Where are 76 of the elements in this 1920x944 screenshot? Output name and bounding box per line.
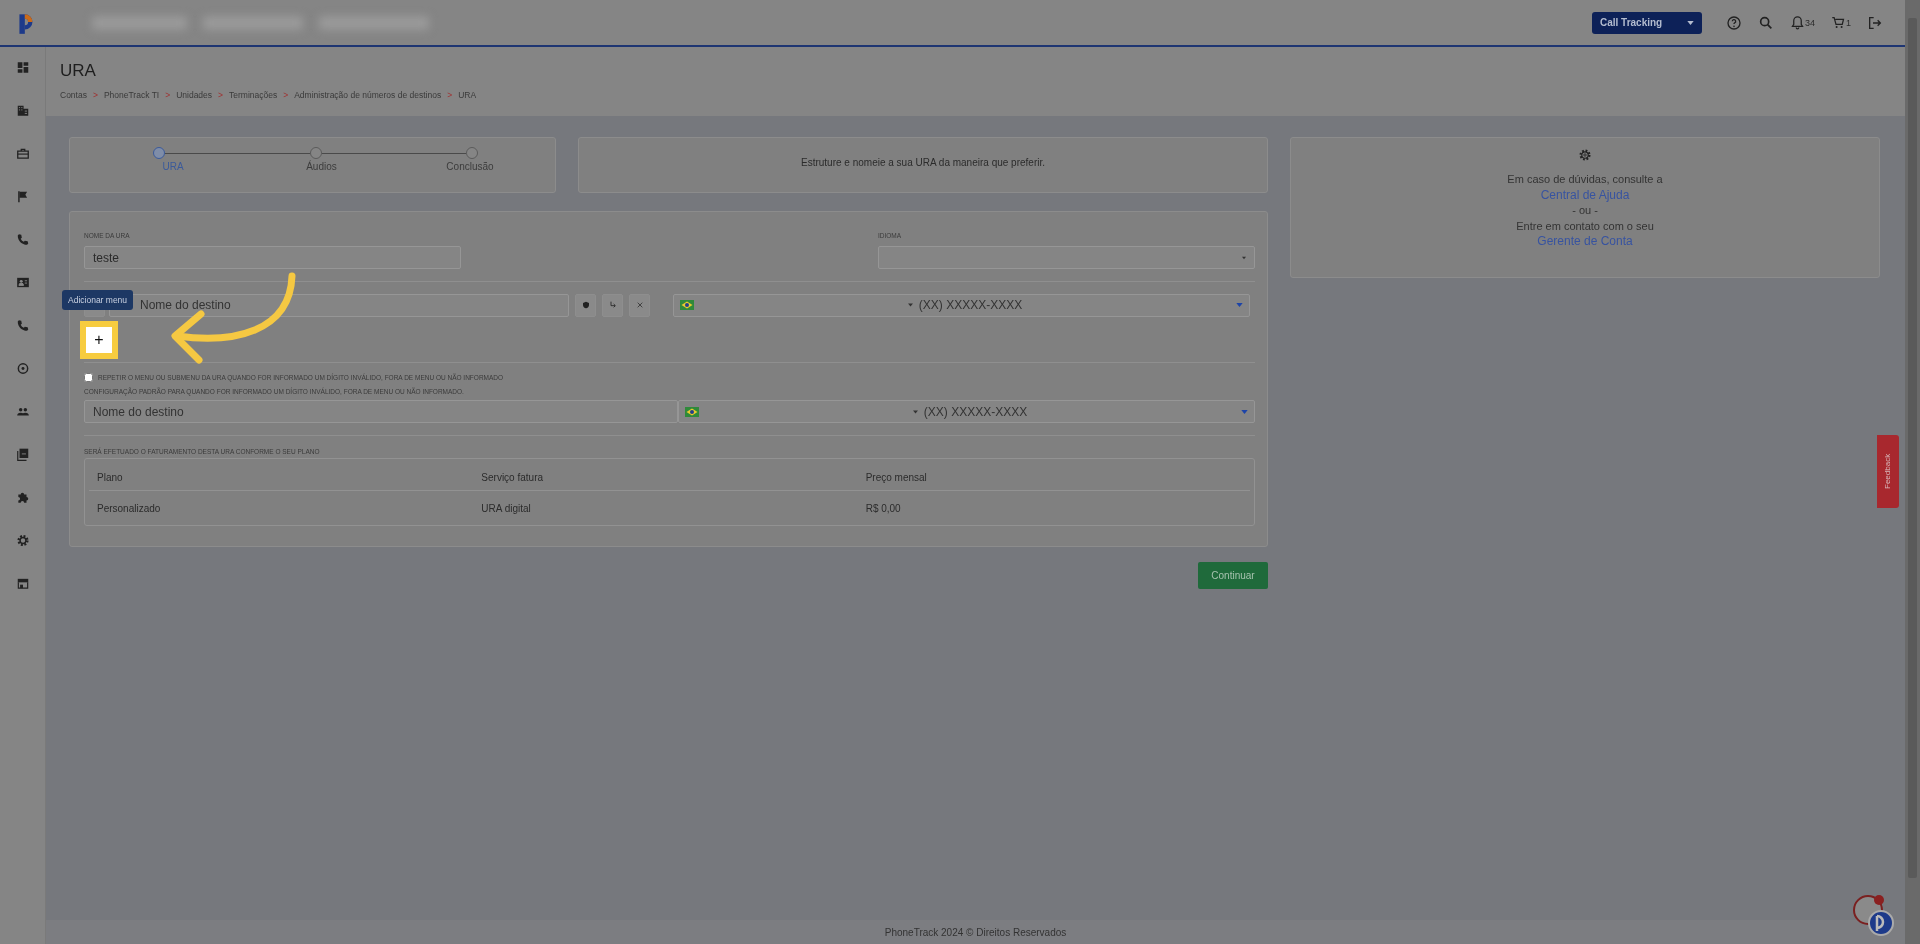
breadcrumb-separator: > — [92, 90, 98, 100]
briefcase-icon[interactable] — [15, 146, 30, 161]
step-dot[interactable] — [153, 147, 165, 159]
scrollbar[interactable] — [1905, 0, 1920, 944]
gear-icon[interactable] — [15, 533, 30, 548]
shield-icon — [581, 301, 590, 309]
breadcrumb-separator: > — [283, 90, 289, 100]
column-header: Serviço fatura — [481, 472, 545, 483]
add-menu-button[interactable]: + — [80, 321, 118, 359]
book-icon[interactable] — [15, 447, 30, 462]
settings-icon — [1578, 148, 1592, 162]
breadcrumb-separator: > — [165, 90, 171, 100]
phone-icon[interactable] — [15, 318, 30, 333]
step-dot[interactable] — [466, 147, 478, 159]
step-dot[interactable] — [309, 147, 322, 159]
close-icon — [635, 301, 644, 309]
step-label[interactable]: Conclusão — [425, 161, 515, 172]
product-dropdown[interactable]: Call Tracking — [1591, 11, 1702, 34]
help-link[interactable]: Gerente de Conta — [1537, 234, 1633, 250]
contact-card-icon[interactable] — [15, 275, 30, 290]
flag-icon — [680, 300, 694, 310]
notifications-button[interactable]: 34 — [1789, 15, 1815, 30]
notification-count: 34 — [1804, 17, 1815, 28]
audio-button[interactable] — [575, 293, 596, 317]
breadcrumb-link[interactable]: PhoneTrack TI — [103, 90, 160, 100]
column-header: Plano — [97, 472, 124, 483]
breadcrumb-link[interactable]: Administração de números de destinos — [294, 90, 442, 100]
table-cell-text: Personalizado — [97, 502, 162, 514]
dashboard-icon[interactable] — [15, 60, 30, 75]
target-icon[interactable] — [15, 361, 30, 376]
page-title: URA — [60, 61, 97, 81]
breadcrumb-link[interactable]: URA — [458, 90, 477, 100]
return-arrow-icon — [608, 301, 617, 309]
column-header: Preço mensal — [865, 472, 928, 483]
chat-widget-icon[interactable] — [1852, 894, 1894, 936]
continue-button[interactable]: Continuar — [1198, 562, 1268, 589]
table-cell-text: R$ 0,00 — [865, 502, 902, 514]
caret-icon — [907, 303, 913, 307]
search-icon[interactable] — [1757, 14, 1774, 31]
caret-icon — [1236, 303, 1243, 307]
help-text: Entre em contato com o seu — [1516, 218, 1654, 234]
table-cell-text: URA digital — [481, 502, 532, 514]
caret-icon — [912, 409, 918, 414]
breadcrumb-link[interactable]: Terminações — [229, 90, 278, 100]
breadcrumb-link[interactable]: Unidades — [176, 90, 213, 100]
breadcrumb-separator: > — [447, 90, 453, 100]
breadcrumb-link[interactable]: Contas — [60, 90, 87, 100]
help-link[interactable]: Central de Ajuda — [1540, 187, 1630, 203]
cart-count: 1 — [1846, 17, 1851, 28]
phone-icon[interactable] — [15, 232, 30, 247]
help-icon[interactable] — [1725, 14, 1742, 31]
cart-button[interactable]: 1 — [1831, 15, 1851, 30]
caret-icon — [1241, 409, 1248, 414]
phone-select[interactable]: (XX) XXXXX-XXXX — [673, 293, 1250, 317]
cart-icon — [1831, 15, 1846, 30]
flag-icon — [685, 406, 699, 417]
step-label[interactable]: URA — [128, 161, 218, 172]
phone-select[interactable]: (XX) XXXXX-XXXX — [678, 400, 1255, 423]
help-text: Em caso de dúvidas, consulte a — [1507, 172, 1663, 187]
flag-icon[interactable] — [15, 189, 30, 204]
tooltip: Adicionar menu — [62, 290, 134, 310]
name-input[interactable]: teste — [84, 246, 461, 269]
help-text: - ou - — [1572, 203, 1598, 218]
footer-text: PhoneTrack 2024 © Direitos Reservados — [46, 920, 1905, 944]
intro-text: Estruture e nomeie a sua URA da maneira que preferir. — [801, 156, 1045, 168]
building-icon[interactable] — [15, 103, 30, 118]
bell-icon — [1789, 15, 1805, 30]
step-label[interactable]: Áudios — [276, 161, 367, 172]
logout-icon[interactable] — [1867, 14, 1883, 31]
store-icon[interactable] — [15, 576, 30, 591]
feedback-tab[interactable]: Feedback — [1877, 435, 1899, 508]
caret-icon — [1686, 20, 1694, 25]
repeat-checkbox[interactable] — [84, 373, 93, 382]
breadcrumb-separator: > — [218, 90, 224, 100]
destination-input[interactable]: Nome do destino — [84, 400, 678, 423]
puzzle-icon[interactable] — [15, 490, 30, 505]
